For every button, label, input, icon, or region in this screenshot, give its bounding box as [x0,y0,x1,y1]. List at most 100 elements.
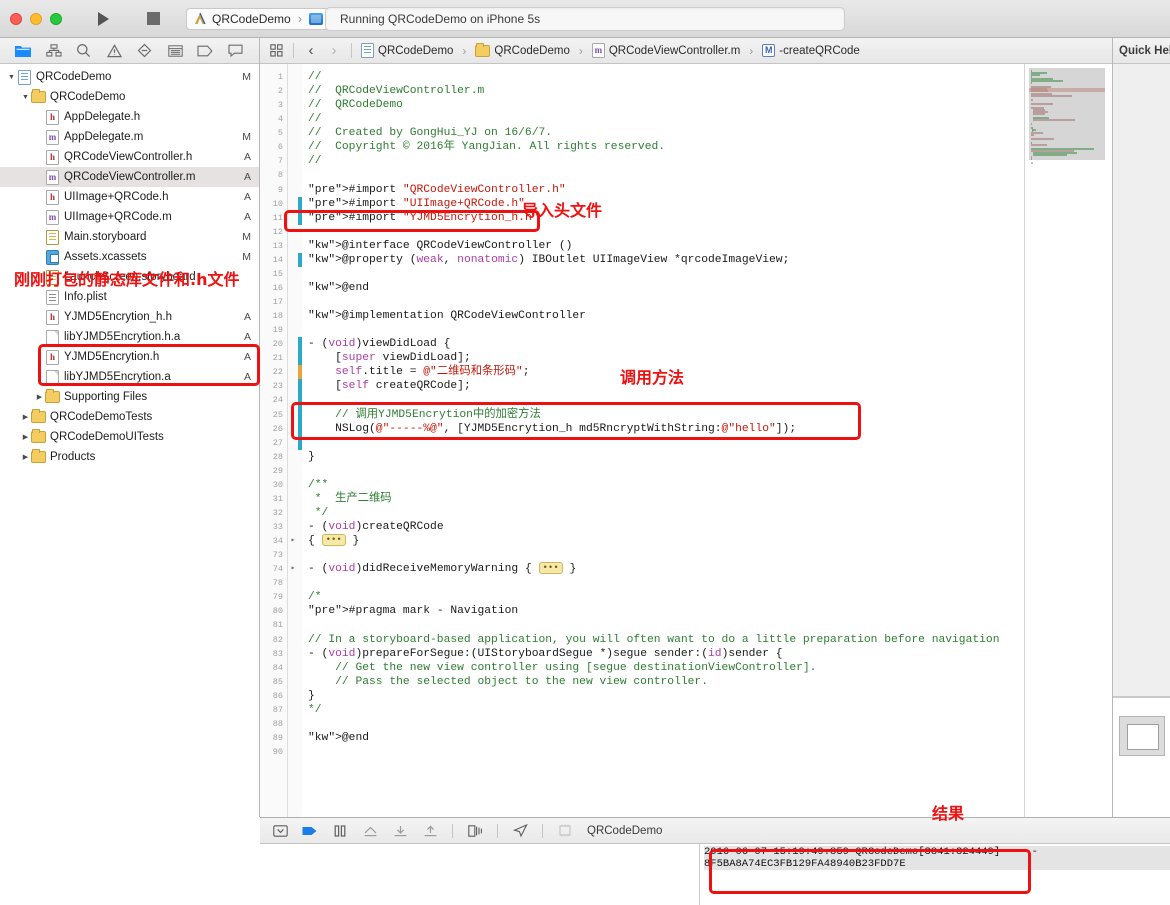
xca-icon [46,249,59,265]
h-file-icon: h [45,149,60,165]
code-line: "pre">#import "UIImage+QRCode.h" [308,197,525,210]
breadcrumb-project[interactable]: QRCodeDemo [361,43,453,58]
fold-slot [288,225,298,239]
code-line: // [308,155,322,168]
console-output[interactable]: 2016-06-07 15:19:49.859 QRCodeDemo[3841:… [700,844,1170,905]
variables-view[interactable] [260,844,700,905]
folder-icon [31,429,46,443]
folder-icon[interactable] [13,42,33,60]
fold-slot [288,506,298,520]
navigator-row[interactable]: libYJMD5Encrytion.a A [0,367,259,387]
location-icon[interactable] [512,823,528,839]
search-icon[interactable] [74,42,94,60]
navigator-row[interactable]: QRCodeDemo M [0,67,259,87]
view-hierarchy-icon[interactable] [467,823,483,839]
navigator-row-label: UIImage+QRCode.h [64,191,169,203]
proj-icon [18,69,31,85]
line-number: 81 [272,620,283,631]
breadcrumb-file-label: QRCodeViewController.m [608,44,741,57]
navigator-row[interactable]: QRCodeDemoTests [0,407,259,427]
minimap-line [1031,73,1040,76]
minimize-window-button[interactable] [30,12,42,25]
navigator-row[interactable]: Info.plist [0,287,259,307]
line-number: 3 [277,100,283,111]
step-over-icon[interactable] [362,823,378,839]
close-window-button[interactable] [10,12,22,25]
navigator-row[interactable]: m AppDelegate.m M [0,127,259,147]
comment-icon[interactable] [226,42,246,60]
step-out-icon[interactable] [422,823,438,839]
navigator-row[interactable]: h YJMD5Encrytion.h A [0,347,259,367]
navigator-row[interactable]: h UIImage+QRCode.h A [0,187,259,207]
code-line: // [308,113,322,126]
folder-icon [31,409,46,423]
navigator-row[interactable]: m QRCodeViewController.m A [0,167,259,187]
navigator-row-label: QRCodeDemo [36,71,112,83]
library-pane[interactable] [1113,697,1170,817]
navigator-row[interactable]: h AppDelegate.h [0,107,259,127]
project-navigator-tree[interactable]: QRCodeDemo M QRCodeDemo h AppDelegate.h m AppD… [0,64,259,817]
fold-arrow-icon[interactable]: ▸ [288,534,298,548]
maximize-window-button[interactable] [50,12,62,25]
report-icon[interactable] [165,42,185,60]
stop-button[interactable] [132,8,174,30]
line-number: 21 [272,353,283,364]
code-folding-ribbon[interactable]: ▸ ▸ [288,64,298,817]
simulator-icon [309,12,324,25]
debug-area: QRCodeDemo 2016-06-07 15:19:49.859 QRCod… [260,817,1170,905]
navigator-row[interactable]: Products [0,447,259,467]
breadcrumb-symbol[interactable]: M -createQRCode [762,44,860,57]
code-text[interactable]: // // QRCodeViewController.m// QRCodeDemo… [302,64,1024,817]
navigator-row[interactable]: QRCodeDemoUITests [0,427,259,447]
navigator-row[interactable]: libYJMD5Encrytion.h.a A [0,327,259,347]
navigator-row-label: UIImage+QRCode.m [64,211,172,223]
navigator-row[interactable]: h QRCodeViewController.h A [0,147,259,167]
pause-icon[interactable] [332,823,348,839]
disclosure-triangle-icon[interactable] [34,393,45,401]
disclosure-triangle-icon[interactable] [20,433,31,441]
disclosure-triangle-icon[interactable] [6,74,17,81]
fold-slot [288,126,298,140]
fold-slot [288,140,298,154]
hide-debug-icon[interactable] [272,823,288,839]
project-icon [361,43,374,58]
navigator-row[interactable]: h YJMD5Encrytion_h.h A [0,307,259,327]
navigator-row-label: AppDelegate.m [64,131,144,143]
tag-icon[interactable] [195,42,215,60]
h-icon: h [46,349,59,365]
navigator-row[interactable]: m UIImage+QRCode.m A [0,207,259,227]
related-items-icon[interactable] [268,43,284,59]
line-number: 2 [277,86,283,97]
memory-icon[interactable] [557,823,573,839]
navigator-row[interactable]: Assets.xcassets M [0,247,259,267]
fold-slot [288,576,298,590]
navigator-row[interactable]: QRCodeDemo [0,87,259,107]
go-forward-button[interactable]: › [326,42,342,59]
editor-pane: ‹ › QRCodeDemo › QRCodeDemo › m QRCodeVi… [260,38,1112,817]
go-back-button[interactable]: ‹ [303,42,319,59]
breadcrumb-file[interactable]: m QRCodeViewController.m [591,43,741,58]
warning-icon[interactable] [104,42,124,60]
step-into-icon[interactable] [392,823,408,839]
editor-minimap[interactable] [1024,64,1112,817]
sitemap-icon[interactable] [44,42,64,60]
folder-icon [31,89,46,103]
disclosure-triangle-icon[interactable] [20,94,31,101]
navigator-row[interactable]: Main.storyboard M [0,227,259,247]
fold-arrow-icon[interactable]: ▸ [288,562,298,576]
disclosure-triangle-icon[interactable] [20,453,31,461]
breakpoint-icon[interactable] [135,42,155,60]
breadcrumb-group[interactable]: QRCodeDemo [475,42,570,57]
scm-status-badge: A [243,311,251,323]
navigator-row[interactable]: Supporting Files [0,387,259,407]
continue-icon[interactable] [302,823,318,839]
line-number: 30 [272,479,283,490]
run-button[interactable] [82,8,124,30]
line-number: 11 [272,212,283,223]
disclosure-triangle-icon[interactable] [20,413,31,421]
navigator-row[interactable]: LaunchScreen.storyboard [0,267,259,287]
source-editor[interactable]: 1 2 3 4 5 6 7 8 9 10 11 12 13 14 15 16 17 18 19 20 21 22 23 24 2… [260,64,1112,817]
library-thumbnail[interactable] [1119,716,1165,756]
folder-file-icon [45,389,60,403]
line-number: 82 [272,634,283,645]
